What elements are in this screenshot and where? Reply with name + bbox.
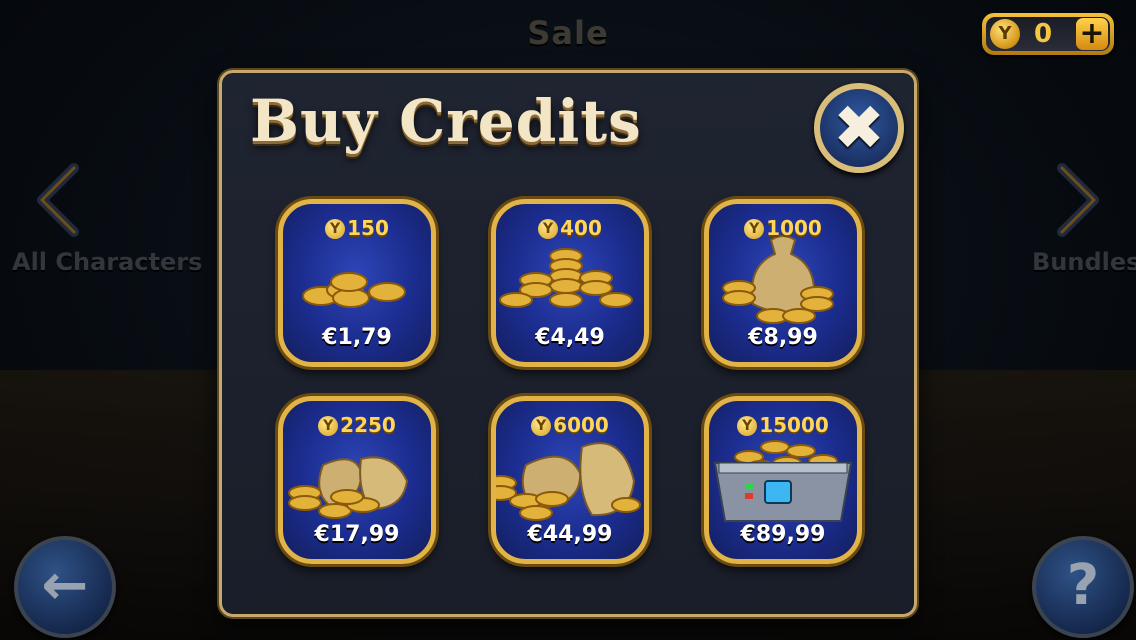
buy-credits-dialog: Buy Credits ✖ Y 150 €1,79 Y 400 €4,49 Y …: [219, 70, 917, 617]
pack-price: €8,99: [748, 325, 818, 350]
credit-icon: Y: [325, 219, 346, 239]
credit-icon: Y: [737, 416, 758, 436]
credit-pack-1000[interactable]: Y 1000 €8,99: [704, 199, 862, 367]
credit-pack-15000[interactable]: Y 15000 €89,99: [704, 396, 862, 564]
wallet-amount: 0: [1034, 19, 1053, 49]
pack-credits: 2250: [340, 413, 396, 437]
pack-credits: 150: [347, 216, 389, 240]
back-button[interactable]: ←: [14, 536, 116, 638]
close-icon: ✖: [833, 91, 885, 164]
credit-icon: Y: [318, 416, 339, 436]
credit-pack-6000[interactable]: Y 6000 €44,99: [491, 396, 649, 564]
credit-pack-400[interactable]: Y 400 €4,49: [491, 199, 649, 367]
help-button[interactable]: ?: [1032, 536, 1134, 638]
pack-credits: 400: [560, 216, 602, 240]
pack-price: €4,49: [535, 325, 605, 350]
pack-credits: 15000: [759, 413, 829, 437]
credit-pack-2250[interactable]: Y 2250 €17,99: [278, 396, 436, 564]
dialog-title: Buy Credits: [250, 87, 642, 155]
credits-wallet: Y 0 +: [982, 13, 1114, 55]
pack-credits: 6000: [553, 413, 609, 437]
help-icon: ?: [1066, 553, 1100, 618]
credit-icon: Y: [744, 219, 765, 239]
credit-icon: Y: [531, 416, 552, 436]
pack-price: €17,99: [314, 522, 400, 547]
pack-price: €89,99: [740, 522, 826, 547]
back-arrow-icon: ←: [41, 553, 89, 618]
credit-coin-icon: Y: [990, 19, 1020, 49]
credit-pack-150[interactable]: Y 150 €1,79: [278, 199, 436, 367]
add-credits-button[interactable]: +: [1076, 18, 1108, 50]
credit-icon: Y: [538, 219, 559, 239]
close-button[interactable]: ✖: [814, 83, 904, 173]
pack-credits: 1000: [766, 216, 822, 240]
pack-price: €1,79: [322, 325, 392, 350]
pack-price: €44,99: [527, 522, 613, 547]
